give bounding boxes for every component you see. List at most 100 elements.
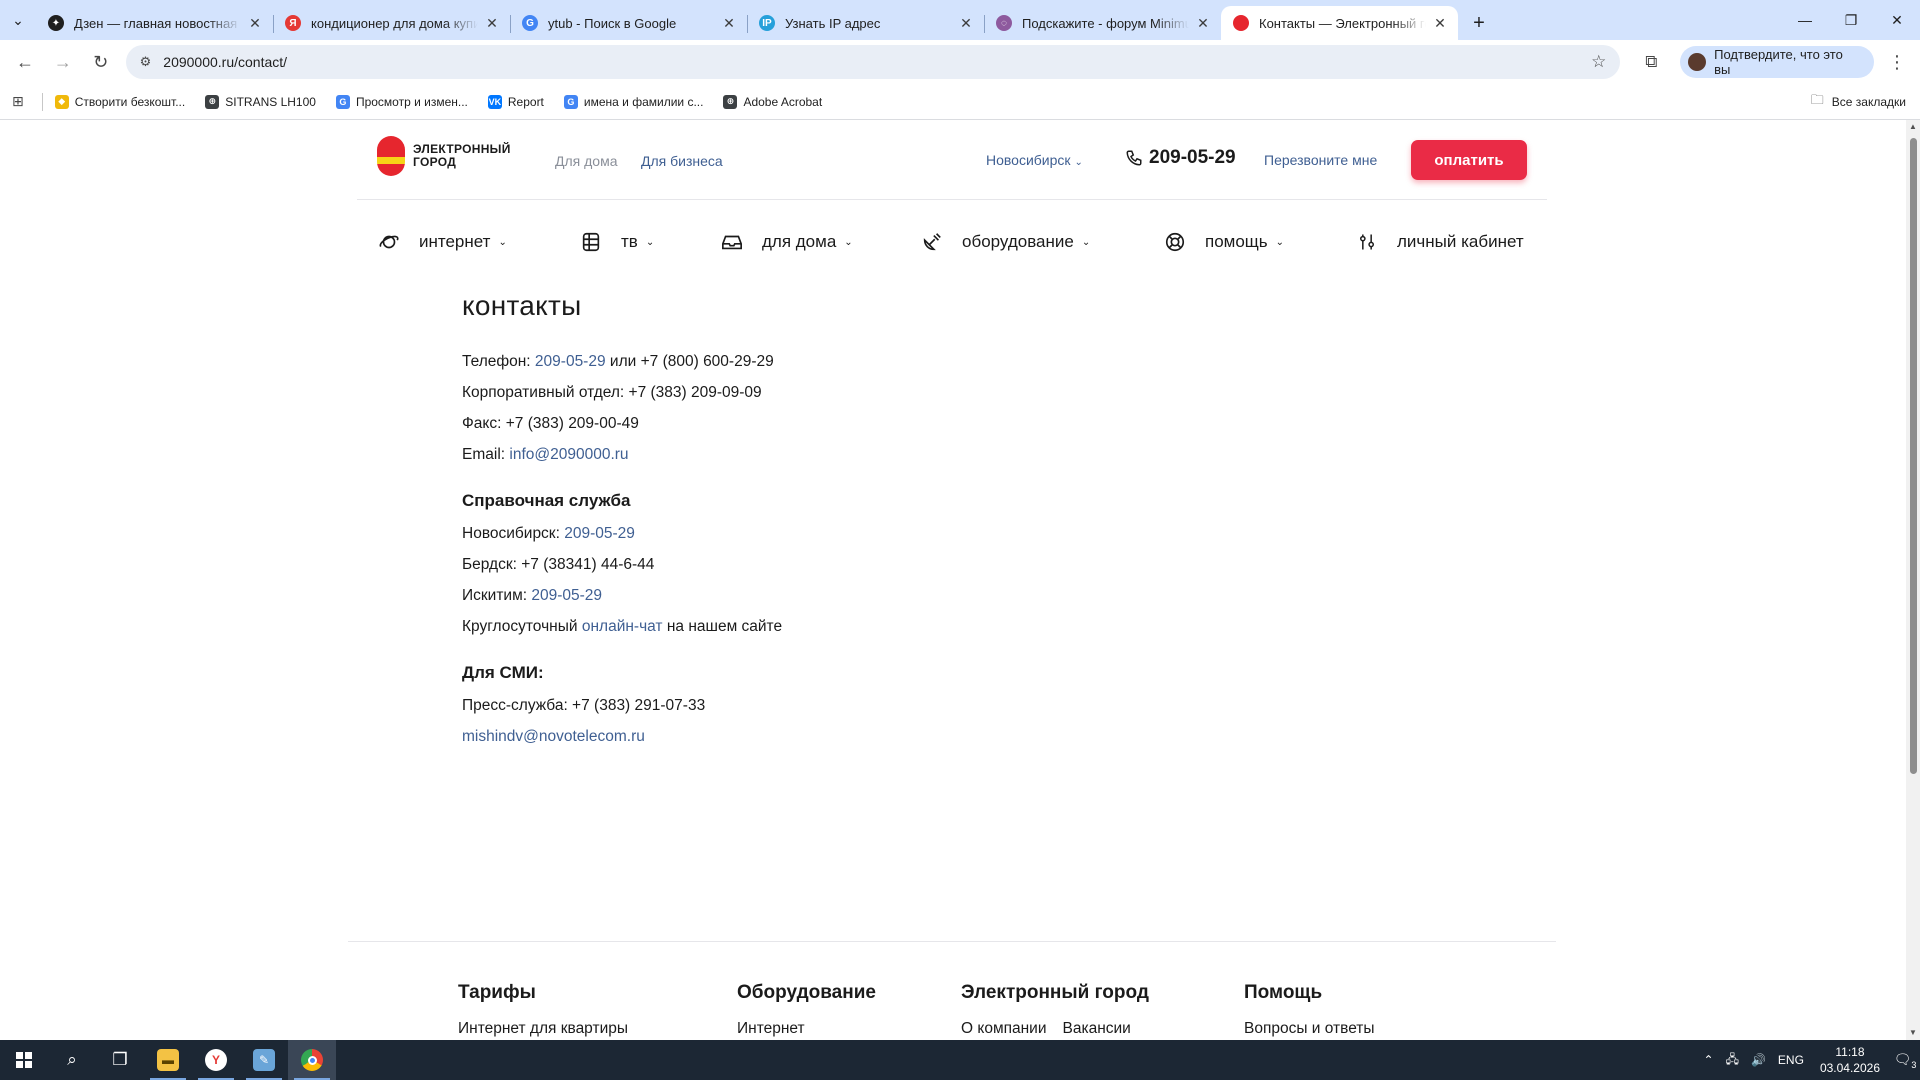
phone-main-link[interactable]: 209-05-29 xyxy=(535,353,606,370)
browser-tab[interactable]: IP Узнать IP адрес ✕ xyxy=(747,6,984,40)
scroll-down-icon[interactable]: ▼ xyxy=(1906,1026,1920,1040)
tab-close-icon[interactable]: ✕ xyxy=(484,15,500,32)
tray-chevron-icon[interactable]: ⌃ xyxy=(1704,1053,1714,1067)
close-window-icon[interactable]: ✕ xyxy=(1874,0,1920,40)
nsk-phone-link[interactable]: 209-05-29 xyxy=(564,525,635,542)
footer-link[interactable]: Интернет xyxy=(737,1020,805,1037)
browser-tab[interactable]: ✦ Дзен — главная новостная и... ✕ xyxy=(36,6,273,40)
nav-item-tv[interactable]: тв ⌄ xyxy=(579,230,654,254)
segment-home-link[interactable]: Для дома xyxy=(555,153,618,169)
footer-link[interactable]: Вопросы и ответы xyxy=(1244,1020,1375,1037)
sliders-icon xyxy=(1355,230,1379,254)
city-selector[interactable]: Новосибирск ⌄ xyxy=(986,152,1083,168)
header-phone[interactable]: 209-05-29 xyxy=(1125,147,1236,169)
search-icon[interactable]: ⌕ xyxy=(48,1040,96,1080)
back-icon[interactable]: ← xyxy=(8,45,42,79)
iskitim-phone-link[interactable]: 209-05-29 xyxy=(531,587,602,604)
tab-close-icon[interactable]: ✕ xyxy=(1195,15,1211,32)
all-bookmarks-button[interactable]: 🗀 Все закладки xyxy=(1811,84,1906,120)
scrollbar-thumb[interactable] xyxy=(1910,138,1917,774)
home-device-icon xyxy=(720,230,744,254)
start-button[interactable] xyxy=(0,1040,48,1080)
tab-close-icon[interactable]: ✕ xyxy=(1432,15,1448,32)
yandex-browser-icon[interactable]: Y xyxy=(192,1040,240,1080)
apps-grid-icon[interactable]: ⊞ xyxy=(12,93,24,110)
footer-link[interactable]: Вакансии xyxy=(1063,1020,1131,1037)
profile-button[interactable]: Подтвердите, что это вы xyxy=(1680,46,1875,78)
browser-toolbar: ← → ↻ ⚙ 2090000.ru/contact/ ☆ ⧉ Подтверд… xyxy=(0,40,1920,84)
bookmark-item[interactable]: ◆ Створити безкошт... xyxy=(54,94,185,109)
browser-tab[interactable]: Gytub - Поиск в Google ✕ xyxy=(510,6,747,40)
profile-label: Подтвердите, что это вы xyxy=(1714,47,1843,77)
paint-app-icon[interactable]: ✎ xyxy=(240,1040,288,1080)
reload-icon[interactable]: ↻ xyxy=(84,45,118,79)
online-chat-link[interactable]: онлайн-чат xyxy=(582,618,663,635)
tab-favicon-icon: G xyxy=(522,15,538,31)
tab-search-icon[interactable]: ⌄ xyxy=(0,0,36,40)
nav-item-internet[interactable]: интернет ⌄ xyxy=(377,230,507,254)
forward-icon[interactable]: → xyxy=(46,45,80,79)
segment-business-link[interactable]: Для бизнеса xyxy=(641,153,723,169)
bookmark-item[interactable]: ⊕ Adobe Acrobat xyxy=(723,94,823,109)
file-explorer-icon[interactable]: ▬ xyxy=(144,1040,192,1080)
nav-item-help[interactable]: помощь ⌄ xyxy=(1163,230,1284,254)
contact-phone-line: Телефон: 209-05-29 или +7 (800) 600-29-2… xyxy=(462,353,774,370)
footer-heading: Оборудование xyxy=(737,982,876,1003)
tab-list: ✦ Дзен — главная новостная и... ✕ Якондицио… xyxy=(36,0,1458,40)
bookmark-favicon-icon: G xyxy=(335,94,350,109)
lifebuoy-icon xyxy=(1163,230,1187,254)
browser-tab[interactable]: Контакты — Электронный город ✕ xyxy=(1221,6,1458,40)
callback-link[interactable]: Перезвоните мне xyxy=(1264,152,1377,168)
bookmark-item[interactable]: G Просмотр и измен... xyxy=(335,94,468,109)
bookmark-item[interactable]: ⊕ SITRANS LH100 xyxy=(205,94,316,109)
site-info-icon[interactable]: ⚙ xyxy=(140,54,152,70)
tab-title: Контакты — Электронный город xyxy=(1259,15,1426,31)
tv-icon xyxy=(579,230,603,254)
browser-menu-icon[interactable]: ⋮ xyxy=(1882,52,1912,73)
browser-tab[interactable]: Якондиционер для дома купить ✕ xyxy=(273,6,510,40)
task-view-icon[interactable]: ❐ xyxy=(96,1040,144,1080)
press-line: Пресс-служба: +7 (383) 291-07-33 xyxy=(462,697,706,714)
volume-icon[interactable]: 🔊 xyxy=(1751,1053,1766,1067)
phone-icon xyxy=(1126,150,1142,166)
url-text[interactable]: 2090000.ru/contact/ xyxy=(163,54,1591,70)
footer-col-company: Электронный город О компании Вакансии xyxy=(961,982,1149,1038)
footer-link[interactable]: Интернет для квартиры xyxy=(458,1020,628,1037)
nav-label: тв xyxy=(621,232,638,251)
clock[interactable]: 11:18 03.04.2026 xyxy=(1820,1044,1880,1076)
extensions-icon[interactable]: ⧉ xyxy=(1634,45,1668,79)
fax-line: Факс: +7 (383) 209-00-49 xyxy=(462,415,639,432)
pay-button[interactable]: оплатить xyxy=(1411,140,1527,180)
bookmark-item[interactable]: VK Report xyxy=(487,94,544,109)
bookmark-favicon-icon: ⊕ xyxy=(205,94,220,109)
browser-tab[interactable]: ◌ Подскажите - форум Minimum ✕ xyxy=(984,6,1221,40)
tab-favicon-icon xyxy=(1233,15,1249,31)
minimize-icon[interactable]: — xyxy=(1782,0,1828,40)
footer-link[interactable]: О компании xyxy=(961,1020,1047,1037)
nav-item-account[interactable]: личный кабинет xyxy=(1355,230,1524,254)
nav-item-home[interactable]: для дома ⌄ xyxy=(720,230,853,254)
notifications-icon[interactable]: 🗨3 xyxy=(1890,1051,1920,1070)
address-bar[interactable]: ⚙ 2090000.ru/contact/ ☆ xyxy=(125,45,1621,79)
tab-close-icon[interactable]: ✕ xyxy=(958,15,974,32)
bookmark-list: ◆ Створити безкошт... ⊕ SITRANS LH100 G Просм… xyxy=(54,94,842,109)
nav-item-equipment[interactable]: оборудование ⌄ xyxy=(920,230,1090,254)
bookmark-star-icon[interactable]: ☆ xyxy=(1591,52,1606,72)
site-logo[interactable]: ЭЛЕКТРОННЫЙ ГОРОД xyxy=(377,136,511,176)
scroll-up-icon[interactable]: ▲ xyxy=(1906,120,1920,134)
tab-close-icon[interactable]: ✕ xyxy=(721,15,737,32)
tab-close-icon[interactable]: ✕ xyxy=(247,15,263,32)
bookmark-item[interactable]: Gимена и фамилии с... xyxy=(563,94,704,109)
bookmark-label: имена и фамилии с... xyxy=(583,94,704,109)
page-scrollbar[interactable]: ▲ ▼ xyxy=(1906,120,1920,1040)
press-email-link[interactable]: mishindv@novotelecom.ru xyxy=(462,728,645,745)
language-indicator[interactable]: ENG xyxy=(1778,1053,1804,1067)
restore-icon[interactable]: ❐ xyxy=(1828,0,1874,40)
chrome-icon[interactable] xyxy=(288,1040,336,1080)
email-link[interactable]: info@2090000.ru xyxy=(509,446,628,463)
footer-heading: Помощь xyxy=(1244,982,1323,1003)
network-icon[interactable]: 🖧 xyxy=(1726,1050,1739,1071)
bookmark-label: Adobe Acrobat xyxy=(743,94,823,109)
bookmarks-separator xyxy=(41,92,43,111)
new-tab-button[interactable]: + xyxy=(1462,6,1496,40)
